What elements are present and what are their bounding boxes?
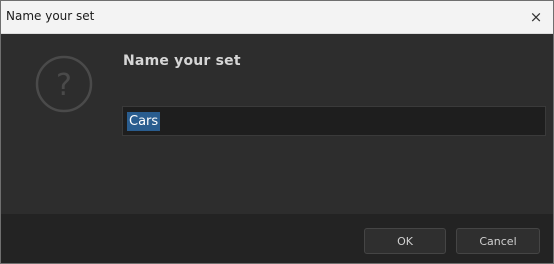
close-icon: × <box>529 8 543 26</box>
cancel-button[interactable]: Cancel <box>456 228 540 254</box>
button-bar: OK Cancel <box>1 214 553 263</box>
title-bar: Name your set × <box>1 1 553 34</box>
question-icon: ? <box>35 55 93 113</box>
set-name-input[interactable]: Cars <box>122 106 546 136</box>
close-button[interactable]: × <box>519 1 553 33</box>
dialog-window: Name your set × ? Name your set Cars OK … <box>0 0 554 264</box>
svg-text:?: ? <box>56 68 72 103</box>
dialog-content: ? Name your set Cars <box>1 34 553 214</box>
ok-button[interactable]: OK <box>364 228 446 254</box>
input-selected-text: Cars <box>127 112 161 131</box>
window-title: Name your set <box>6 9 95 23</box>
dialog-heading: Name your set <box>123 53 241 69</box>
